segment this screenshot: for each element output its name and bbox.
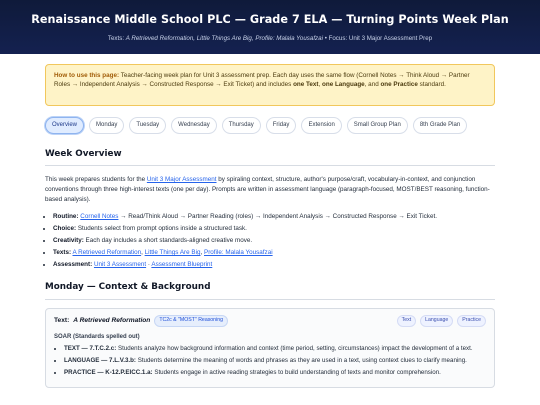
routine-label: Routine: (53, 212, 79, 220)
tab-thursday[interactable]: Thursday (221, 117, 261, 134)
standard-pill: TC2c & "MOST" Reasoning (154, 315, 228, 327)
creativity-text: Each day includes a short standards-alig… (85, 236, 253, 244)
soar-heading: SOAR (Standards spelled out) (54, 333, 140, 340)
texts-sep-2: , (200, 249, 203, 257)
list-item-creativity: Creativity: Each day includes a short st… (53, 236, 495, 245)
tab-extension[interactable]: Extension (301, 117, 342, 134)
card-header: Text: A Retrieved Reformation TC2c & "MO… (54, 315, 486, 327)
list-item: TEXT — 7.T.C.2.c: Students analyze how b… (64, 345, 486, 354)
assessment-label: Assessment: (53, 261, 93, 269)
tab-tuesday[interactable]: Tuesday (129, 117, 167, 134)
list-item-routine: Routine: Cornell Notes → Read/Think Alou… (53, 212, 495, 221)
page-header: Renaissance Middle School PLC — Grade 7 … (0, 0, 540, 54)
assessment-sep: · (147, 261, 150, 269)
cornell-notes-link[interactable]: Cornell Notes (80, 213, 118, 220)
texts-label: Texts: (107, 35, 125, 43)
text-link-malala[interactable]: Profile: Malala Yousafzai (204, 249, 273, 256)
notice-sep-1: , (318, 81, 321, 89)
soar-text: Students analyze how background informat… (118, 345, 473, 353)
tab-8th-grade-plan[interactable]: 8th Grade Plan (412, 117, 468, 134)
focus-label: • Focus: Unit 3 Major Assessment Prep (324, 35, 433, 43)
card-title-prefix: Text: (54, 317, 70, 325)
texts-sep-1: , (141, 249, 143, 257)
notice-bold-practice: one Practice (380, 81, 418, 89)
list-item-choice: Choice: Students select from prompt opti… (53, 224, 495, 233)
tab-overview[interactable]: Overview (45, 117, 85, 134)
notice-body-2: standard. (419, 81, 446, 89)
tab-friday[interactable]: Friday (265, 117, 297, 134)
soar-label: LANGUAGE — 7.L.V.3.b: (64, 357, 136, 365)
tag-practice: Practice (457, 315, 486, 327)
tag-text: Text (396, 315, 417, 327)
notice-bold-language: one Language (322, 81, 365, 89)
choice-label: Choice: (53, 224, 77, 232)
tag-language: Language (420, 315, 454, 327)
unit-3-assessment-link[interactable]: Unit 3 Major Assessment (147, 176, 217, 183)
text-link-retrieved-reformation[interactable]: A Retrieved Reformation (73, 249, 142, 256)
tab-monday[interactable]: Monday (89, 117, 125, 134)
card-title-text: A Retrieved Reformation (73, 317, 151, 325)
soar-label: PRACTICE — K-12.P.EICC.1.a: (64, 369, 153, 377)
notice-bold-text: one Text (293, 81, 319, 89)
day-tabs: Overview Monday Tuesday Wednesday Thursd… (45, 117, 495, 134)
soar-text: Students engage in active reading strate… (154, 369, 441, 377)
notice-lead: How to use this page: (54, 72, 120, 79)
creativity-label: Creativity: (53, 236, 84, 244)
choice-text: Students select from prompt options insi… (77, 224, 247, 232)
page-title: Renaissance Middle School PLC — Grade 7 … (31, 13, 509, 26)
soar-list: TEXT — 7.T.C.2.c: Students analyze how b… (64, 345, 486, 378)
list-item: PRACTICE — K-12.P.EICC.1.a: Students eng… (64, 369, 486, 378)
text-link-little-things[interactable]: Little Things Are Big (145, 249, 201, 256)
soar-text: Students determine the meaning of words … (137, 357, 467, 365)
routine-text: → Read/Think Aloud → Partner Reading (ro… (120, 212, 437, 220)
monday-text-card: Text: A Retrieved Reformation TC2c & "MO… (45, 308, 495, 389)
overview-bullets: Routine: Cornell Notes → Read/Think Alou… (53, 212, 495, 270)
unit-3-assessment-bullet-link[interactable]: Unit 3 Assessment (94, 261, 146, 268)
monday-heading: Monday — Context & Background (45, 281, 495, 301)
tab-small-group-plan[interactable]: Small Group Plan (346, 117, 408, 134)
texts-bullet-label: Texts: (53, 249, 72, 257)
page-subtitle: Texts: A Retrieved Reformation, Little T… (0, 35, 540, 44)
overview-paragraph: This week prepares students for the Unit… (45, 175, 495, 204)
card-tags: Text Language Practice (396, 315, 486, 327)
overview-text-1: This week prepares students for the (45, 176, 146, 184)
list-item-texts: Texts: A Retrieved Reformation, Little T… (53, 248, 495, 257)
notice-sep-2: , and (364, 81, 379, 89)
how-to-use-notice: How to use this page: Teacher-facing wee… (45, 64, 495, 106)
soar-label: TEXT — 7.T.C.2.c: (64, 345, 117, 353)
texts-list: A Retrieved Reformation, Little Things A… (125, 35, 323, 43)
week-overview-heading: Week Overview (45, 148, 495, 167)
assessment-blueprint-link[interactable]: Assessment Blueprint (151, 261, 212, 268)
list-item-assessment: Assessment: Unit 3 Assessment · Assessme… (53, 260, 495, 269)
tab-wednesday[interactable]: Wednesday (171, 117, 217, 134)
list-item: LANGUAGE — 7.L.V.3.b: Students determine… (64, 357, 486, 366)
card-title: Text: A Retrieved Reformation TC2c & "MO… (54, 315, 228, 327)
